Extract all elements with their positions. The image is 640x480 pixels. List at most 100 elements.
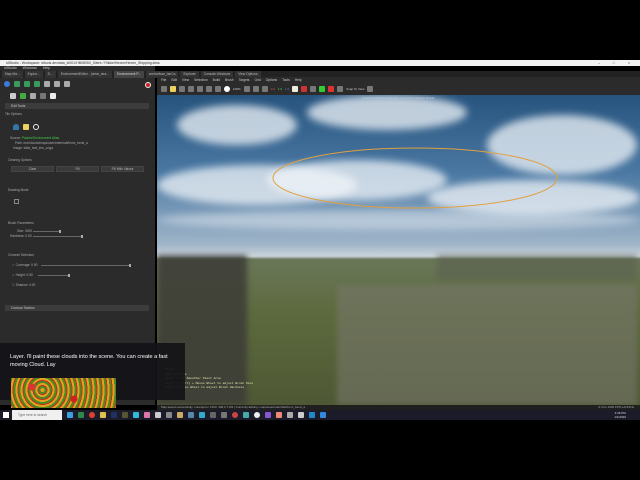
menu-idstudio[interactable]: idStudio [4,66,17,70]
notes-icon[interactable] [292,86,299,92]
app-icon[interactable] [298,412,304,418]
app-icon[interactable] [199,412,205,418]
coverage-slider[interactable] [41,264,131,267]
windows-taskbar: Type here to search 4:46 PM 1/1/2020 [0,410,640,420]
document-icon[interactable] [20,93,26,99]
app-icon[interactable] [155,412,161,418]
link-icon[interactable] [33,124,39,130]
snap-to-view-button[interactable]: Snap To View [346,87,364,91]
app-icon[interactable] [122,412,128,418]
app-icon[interactable] [232,412,238,418]
tile-options-label: Tile Options [5,112,22,116]
app-icon[interactable] [67,412,73,418]
menu-view[interactable]: View [182,78,189,82]
app-icon[interactable] [210,412,216,418]
snap-icon[interactable] [215,86,221,92]
select-icon[interactable] [161,86,167,92]
app-icon[interactable] [287,412,293,418]
menu-options[interactable]: Options [266,78,277,82]
edit-tools-header[interactable]: Edit Tools [5,103,149,109]
tab-explorer[interactable]: Explor... [24,71,43,78]
app-icon[interactable] [111,412,117,418]
grid-icon[interactable] [40,93,46,99]
menu-build[interactable]: Build [213,78,220,82]
record-icon[interactable] [224,86,230,92]
3d-viewport[interactable]: ENVIRONMENT PAINTER - CLOUD PAINTER MODE [157,95,640,405]
zoom-level[interactable]: 100% [233,87,241,91]
app-icon[interactable] [309,412,315,418]
brush-cursor-ellipse [272,147,558,209]
steam-icon[interactable] [188,412,194,418]
shadow-checkbox[interactable]: ☐ Shadow: 0.00 [12,283,35,287]
maximize-icon[interactable] [367,86,374,92]
menu-brush[interactable]: Brush [225,78,234,82]
redo-icon[interactable] [252,86,259,92]
menu-help[interactable]: Help [295,78,302,82]
rotate-icon[interactable] [197,86,203,92]
menu-edit[interactable]: Edit [171,78,177,82]
coverage-checkbox[interactable]: ✓ Coverage: 0.90 [12,263,37,267]
contour-section-header[interactable]: Contour Section [5,305,149,311]
height-slider[interactable] [38,274,70,277]
tab-environment-painter[interactable]: Environment P... [113,71,144,78]
app-icon[interactable] [320,412,326,418]
height-checkbox[interactable]: ✓ Height: 0.50 [12,273,33,277]
menu-grid[interactable]: Grid [254,78,260,82]
menu-windows[interactable]: Windows [23,66,37,70]
start-icon[interactable] [3,412,9,418]
save-icon[interactable] [179,86,185,92]
globe-icon[interactable] [4,81,10,87]
eye-icon[interactable] [13,124,19,130]
taskbar-clock[interactable]: 4:46 PM 1/1/2020 [614,411,626,419]
app-icon[interactable] [78,412,84,418]
tab-map-manager[interactable]: Map Ma... [2,71,23,78]
app-icon[interactable] [166,412,172,418]
move-icon[interactable] [188,86,194,92]
visual-studio-icon[interactable] [265,412,271,418]
menu-file[interactable]: File [161,78,166,82]
cloud-tool-icon[interactable] [44,81,50,87]
app-icon[interactable] [177,412,183,418]
tab-environment-editor[interactable]: EnvironmentEditor - (clear_sea... [57,71,112,78]
grid-icon[interactable] [310,86,317,92]
cloud-tool-icon[interactable] [34,81,40,87]
tab-d[interactable]: D... [44,71,56,78]
cloud-tool-icon[interactable] [14,81,20,87]
bug-icon[interactable] [319,86,326,92]
app-icon[interactable] [243,412,249,418]
app-icon[interactable] [254,412,260,418]
record-icon[interactable] [145,82,151,88]
folder-icon[interactable] [23,124,29,130]
app-icon[interactable] [276,412,282,418]
size-slider[interactable] [33,230,61,233]
chrome-icon[interactable] [89,412,95,418]
taskbar-search[interactable]: Type here to search [12,410,62,420]
hardness-slider[interactable] [33,235,83,238]
refresh-icon[interactable] [261,86,268,92]
menu-targets[interactable]: Targets [239,78,250,82]
menu-selection[interactable]: Selection [194,78,208,82]
scale-icon[interactable] [206,86,212,92]
menu-help[interactable]: Help [43,66,50,70]
cloud-tool-icon[interactable] [64,81,70,87]
camera-icon[interactable] [337,86,344,92]
document-icon[interactable] [30,93,36,99]
image-icon[interactable] [50,93,56,99]
window-controls[interactable]: – □ × [598,60,636,66]
clear-button[interactable]: Clear [11,166,54,172]
app-icon[interactable] [144,412,150,418]
app-icon[interactable] [133,412,139,418]
document-icon[interactable] [10,93,16,99]
rocket-icon[interactable] [328,86,335,92]
folder-icon[interactable] [100,412,106,418]
fill-with-values-button[interactable]: Fill With Values [101,166,144,172]
cloud-tool-icon[interactable] [24,81,30,87]
open-icon[interactable] [170,86,176,92]
cloud-tool-icon[interactable] [54,81,60,87]
undo-icon[interactable] [243,86,250,92]
menu-tools[interactable]: Tools [282,78,290,82]
flag-icon[interactable] [301,86,308,92]
drawing-mode-grid-icon[interactable] [14,199,19,204]
fill-button[interactable]: Fill [56,166,99,172]
app-icon[interactable] [221,412,227,418]
